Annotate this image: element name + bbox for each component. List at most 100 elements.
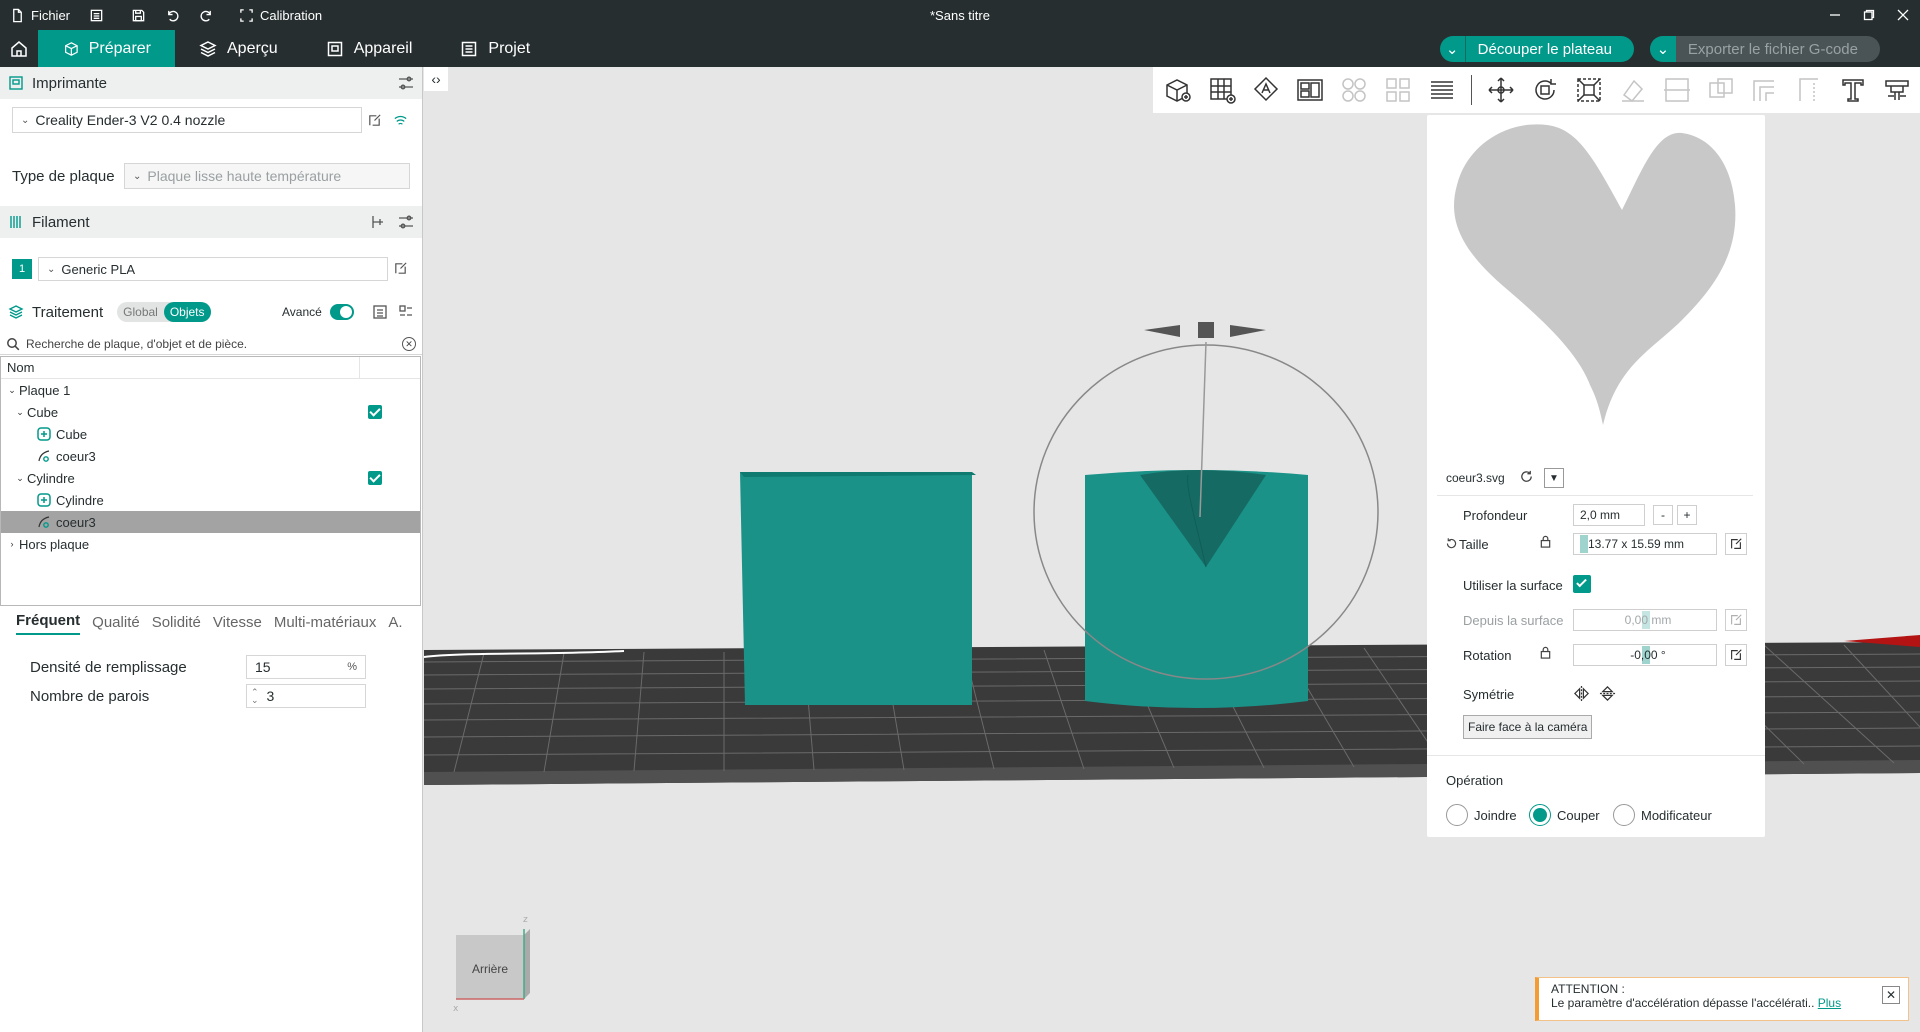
maximize-button[interactable]	[1852, 0, 1886, 30]
warning-more-link[interactable]: Plus	[1818, 996, 1841, 1010]
infill-density-input[interactable]: 15 %	[246, 655, 366, 679]
global-objects-toggle[interactable]: Global Objets	[117, 302, 211, 322]
lay-on-face-tool[interactable]	[1614, 71, 1652, 109]
undo-button[interactable]	[155, 0, 189, 30]
notes-button[interactable]	[79, 0, 113, 30]
tab-frequent[interactable]: Fréquent	[16, 612, 81, 635]
object-search[interactable]: Recherche de plaque, d'objet et de pièce…	[0, 333, 422, 355]
chevron-right-icon[interactable]: ›	[5, 539, 19, 549]
minimize-button[interactable]	[1818, 0, 1852, 30]
mirror-vertical-icon[interactable]	[1599, 685, 1617, 703]
chevron-down-icon[interactable]: ⌄	[13, 407, 27, 418]
lock-icon[interactable]	[1539, 535, 1552, 551]
clear-search-icon[interactable]: ✕	[402, 337, 416, 351]
radio-cut[interactable]	[1529, 804, 1551, 826]
support-paint-tool[interactable]	[1746, 71, 1784, 109]
operation-join-radio[interactable]: Joindre	[1446, 804, 1517, 826]
edit-icon[interactable]	[391, 259, 409, 277]
auto-orient-button[interactable]	[1247, 71, 1285, 109]
settings-sliders-icon[interactable]	[398, 75, 414, 91]
calibration-menu[interactable]: Calibration	[229, 0, 331, 30]
move-tool[interactable]	[1482, 71, 1520, 109]
from-surface-input[interactable]: 0,00 mm	[1573, 609, 1717, 631]
tab-multimaterial[interactable]: Multi-matériaux	[274, 614, 377, 635]
split-objects-button[interactable]	[1335, 71, 1373, 109]
svg-emboss-tool[interactable]	[1878, 71, 1916, 109]
tab-prepare[interactable]: Préparer	[38, 30, 175, 67]
radio-join[interactable]	[1446, 804, 1468, 826]
tree-off-plate[interactable]: › Hors plaque	[1, 533, 420, 555]
from-surface-edit-button[interactable]	[1725, 609, 1747, 631]
face-camera-button[interactable]: Faire face à la caméra	[1463, 715, 1593, 739]
gizmo-arrow-right[interactable]	[1230, 325, 1266, 337]
visible-checkbox[interactable]	[368, 405, 382, 419]
seam-paint-tool[interactable]	[1790, 71, 1828, 109]
size-edit-button[interactable]	[1725, 533, 1747, 555]
filament-select[interactable]: ⌄ Generic PLA	[38, 257, 388, 281]
size-input[interactable]: 13.77 x 15.59 mm	[1573, 533, 1717, 555]
advanced-switch[interactable]	[330, 304, 354, 320]
tab-speed[interactable]: Vitesse	[213, 614, 262, 635]
reset-size-icon[interactable]	[1445, 537, 1459, 551]
file-menu[interactable]: Fichier	[0, 0, 79, 30]
rotation-edit-button[interactable]	[1725, 644, 1747, 666]
save-button[interactable]	[121, 0, 155, 30]
use-surface-checkbox[interactable]	[1573, 575, 1591, 593]
arrange-button[interactable]	[1291, 71, 1329, 109]
close-notification-icon[interactable]: ✕	[1882, 986, 1900, 1004]
wifi-icon[interactable]	[391, 111, 409, 129]
depth-decrease-button[interactable]: -	[1653, 505, 1673, 525]
scene-settings-icon[interactable]	[398, 304, 414, 320]
tree-svg-coeur3[interactable]: coeur3	[1, 445, 420, 467]
printer-select[interactable]: ⌄ Creality Ender-3 V2 0.4 nozzle	[12, 107, 362, 133]
mode-objects[interactable]: Objets	[163, 302, 211, 322]
layers-editing-button[interactable]	[1423, 71, 1461, 109]
visible-checkbox[interactable]	[368, 471, 382, 485]
tab-project[interactable]: Projet	[436, 30, 554, 67]
tree-object-cylinder[interactable]: ⌄ Cylindre	[1, 467, 420, 489]
add-filament-icon[interactable]	[370, 214, 386, 230]
chevron-down-icon[interactable]: ⌄	[1440, 36, 1466, 62]
rotation-input[interactable]: -0,00 °	[1573, 644, 1717, 666]
lock-icon[interactable]	[1539, 646, 1552, 662]
text-tool[interactable]	[1834, 71, 1872, 109]
gizmo-handle[interactable]	[1198, 322, 1214, 338]
operation-modifier-radio[interactable]: Modificateur	[1613, 804, 1712, 826]
reload-icon[interactable]	[1519, 469, 1535, 485]
mode-global[interactable]: Global	[117, 302, 164, 322]
close-button[interactable]	[1886, 0, 1920, 30]
add-plate-button[interactable]	[1203, 71, 1241, 109]
tab-device[interactable]: Appareil	[302, 30, 437, 67]
depth-increase-button[interactable]: +	[1677, 505, 1697, 525]
tab-strength[interactable]: Solidité	[152, 614, 201, 635]
stepper-icon[interactable]: ⌃ ⌄	[251, 688, 259, 705]
tree-svg-coeur3-selected[interactable]: coeur3	[1, 511, 420, 533]
redo-button[interactable]	[189, 0, 223, 30]
depth-input[interactable]: 2,0 mm	[1573, 504, 1645, 526]
filament-slot-badge[interactable]: 1	[12, 259, 32, 279]
cube-object[interactable]	[740, 472, 972, 705]
chevron-down-icon[interactable]: ⌄	[5, 385, 19, 396]
tree-part-cube[interactable]: Cube	[1, 423, 420, 445]
scale-tool[interactable]	[1570, 71, 1608, 109]
mirror-horizontal-icon[interactable]	[1573, 685, 1591, 703]
tree-part-cylinder[interactable]: Cylindre	[1, 489, 420, 511]
wall-count-input[interactable]: ⌃ ⌄ 3	[246, 684, 366, 708]
svg-options-dropdown[interactable]: ▼	[1544, 468, 1564, 488]
home-button[interactable]	[0, 30, 38, 67]
3d-viewport[interactable]: ‹› x z Arrière coeur3.svg ▼ Profondeur 2…	[424, 67, 1920, 1032]
export-gcode-button[interactable]: ⌄ Exporter le fichier G-code	[1649, 36, 1880, 62]
plate-type-select[interactable]: ⌄ Plaque lisse haute température	[124, 163, 410, 189]
add-object-button[interactable]	[1159, 71, 1197, 109]
tree-object-cube[interactable]: ⌄ Cube	[1, 401, 420, 423]
tab-others[interactable]: A.	[388, 614, 402, 635]
radio-modifier[interactable]	[1613, 804, 1635, 826]
chevron-down-icon[interactable]: ⌄	[13, 473, 27, 484]
chevron-down-icon[interactable]: ⌄	[1649, 36, 1676, 62]
mesh-boolean-tool[interactable]	[1702, 71, 1740, 109]
rotate-tool[interactable]	[1526, 71, 1564, 109]
slice-plate-button[interactable]: ⌄ Découper le plateau	[1439, 36, 1634, 62]
operation-cut-radio[interactable]: Couper	[1529, 804, 1600, 826]
settings-sliders-icon[interactable]	[398, 214, 414, 230]
list-icon[interactable]	[372, 304, 388, 320]
